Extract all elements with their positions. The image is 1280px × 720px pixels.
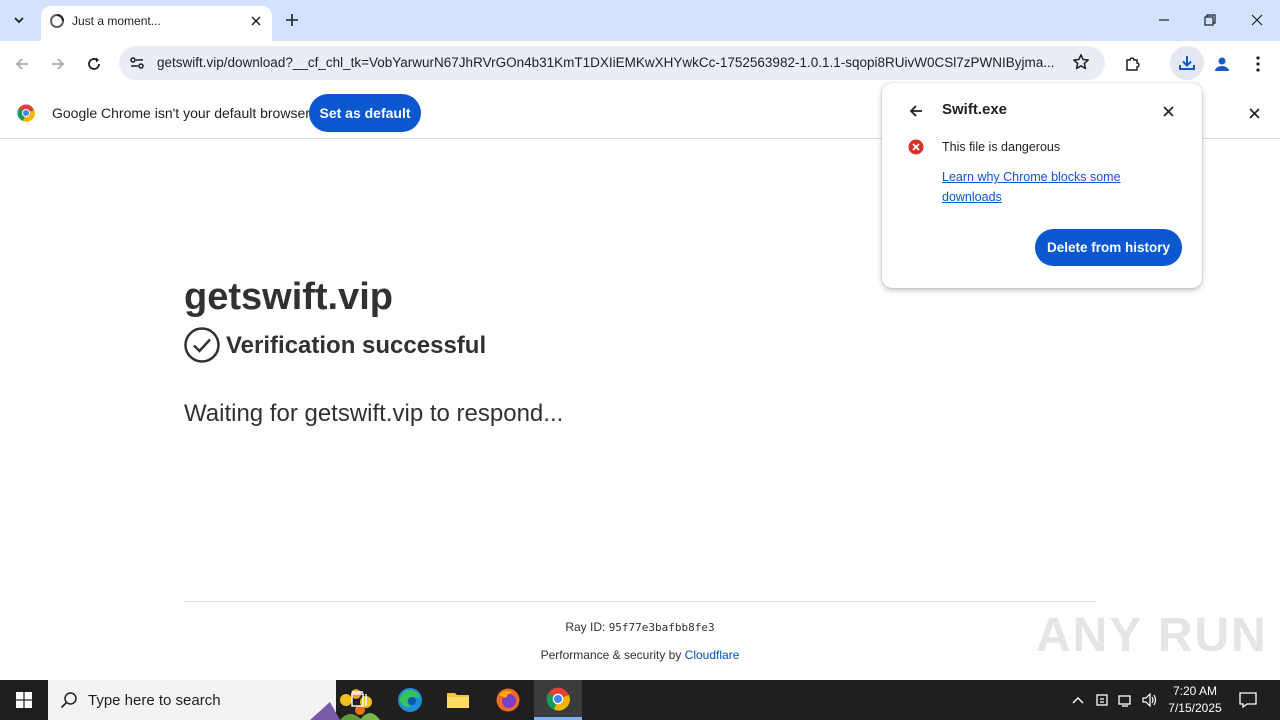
firefox-taskbar-button[interactable] [484,680,532,720]
back-arrow-icon [15,58,28,70]
browser-toolbar: getswift.vip/download?__cf_chl_tk=VobYar… [0,41,1280,87]
error-icon [908,139,924,155]
back-button[interactable] [8,50,36,78]
menu-button[interactable] [1244,50,1272,78]
taskbar-search-box[interactable]: Type here to search [48,680,380,720]
restore-icon [1204,14,1216,26]
clock-date: 7/15/2025 [1168,701,1222,715]
folder-icon [447,693,469,708]
network-icon [1118,695,1131,707]
tray-device-button[interactable] [1092,690,1112,710]
close-icon [1162,105,1174,117]
forward-button[interactable] [44,50,72,78]
close-icon [1248,107,1260,119]
notifications-button[interactable] [1236,688,1260,712]
task-view-button[interactable] [336,680,384,720]
anyrun-watermark: ANY RUN [1036,609,1268,662]
back-arrow-icon [909,105,922,117]
search-placeholder: Type here to search [88,692,221,709]
title-bar: Just a moment... [0,0,1280,41]
tab-search-button[interactable] [6,7,32,33]
task-view-icon [351,691,367,707]
edge-taskbar-button[interactable] [386,680,434,720]
footer-divider [184,601,1096,602]
delete-from-history-button[interactable]: Delete from history [1035,229,1182,266]
reload-button[interactable] [80,50,108,78]
infobar-close-button[interactable] [1244,103,1264,123]
site-info-icon [130,57,144,69]
bubble-close-button[interactable] [1158,101,1178,121]
page-title: getswift.vip [184,276,394,318]
notification-icon [1239,692,1257,708]
restore-button[interactable] [1198,8,1222,32]
minimize-icon [1159,19,1169,21]
chevron-up-icon [1072,697,1084,704]
speaker-icon [1142,693,1157,707]
download-filename: Swift.exe [942,101,1008,118]
start-button[interactable] [0,680,48,720]
download-bubble: Swift.exe This file is dangerous Learn w… [882,83,1202,288]
bookmark-button[interactable] [1072,53,1092,73]
waiting-message: Waiting for getswift.vip to respond... [184,400,564,427]
loading-favicon-icon [50,14,64,28]
reload-icon [88,57,100,70]
chrome-logo-icon [17,104,35,122]
more-vert-icon [1256,56,1260,72]
address-bar[interactable]: getswift.vip/download?__cf_chl_tk=VobYar… [119,46,1105,80]
site-info-button[interactable] [126,52,148,74]
extensions-icon [1126,57,1140,71]
infobar-message: Google Chrome isn't your default browser [52,105,310,121]
clock-time: 7:20 AM [1172,684,1218,698]
learn-why-link[interactable]: Learn why Chrome blocks some downloads [942,167,1152,207]
close-icon [1251,14,1263,26]
danger-status: This file is dangerous [942,140,1061,154]
ray-id-value: 95f77e3bafbb8fe3 [608,621,715,634]
forward-arrow-icon [52,58,65,70]
windows-start-icon [16,692,32,708]
minimize-button[interactable] [1152,8,1176,32]
star-icon [1073,54,1089,70]
new-tab-button[interactable] [282,10,302,30]
search-icon [60,692,77,709]
profile-icon [1215,57,1229,71]
firefox-icon [496,688,520,712]
performance-label: Performance & security by [540,648,685,662]
extensions-button[interactable] [1119,50,1147,78]
check-circle-icon [184,327,220,363]
downloads-button[interactable] [1170,46,1204,80]
bubble-back-button[interactable] [906,101,926,121]
plus-icon [286,14,298,26]
url-text[interactable]: getswift.vip/download?__cf_chl_tk=VobYar… [157,55,1057,70]
close-window-button[interactable] [1245,8,1269,32]
browser-tab[interactable]: Just a moment... [41,6,272,41]
profile-button[interactable] [1208,50,1236,78]
network-button[interactable] [1116,690,1136,710]
windows-taskbar: Type here to search 7:20 AM 7/15/2025 [0,680,1280,720]
edge-icon [398,688,422,712]
chrome-taskbar-button[interactable] [534,680,582,720]
verification-status: Verification successful [226,332,487,359]
tab-close-button[interactable] [247,12,265,30]
volume-button[interactable] [1140,690,1160,710]
device-icon [1096,694,1108,706]
cloudflare-link[interactable]: Cloudflare [685,648,740,662]
tab-title: Just a moment... [72,14,161,28]
download-icon [1179,56,1195,70]
chevron-down-icon [14,17,24,24]
set-as-default-button[interactable]: Set as default [309,94,421,132]
ray-id-label: Ray ID: [565,620,609,634]
show-hidden-icons-button[interactable] [1068,690,1088,710]
close-icon [251,16,261,26]
taskbar-clock[interactable]: 7:20 AM 7/15/2025 [1162,683,1228,717]
chrome-icon [546,687,570,711]
file-explorer-taskbar-button[interactable] [434,680,482,720]
